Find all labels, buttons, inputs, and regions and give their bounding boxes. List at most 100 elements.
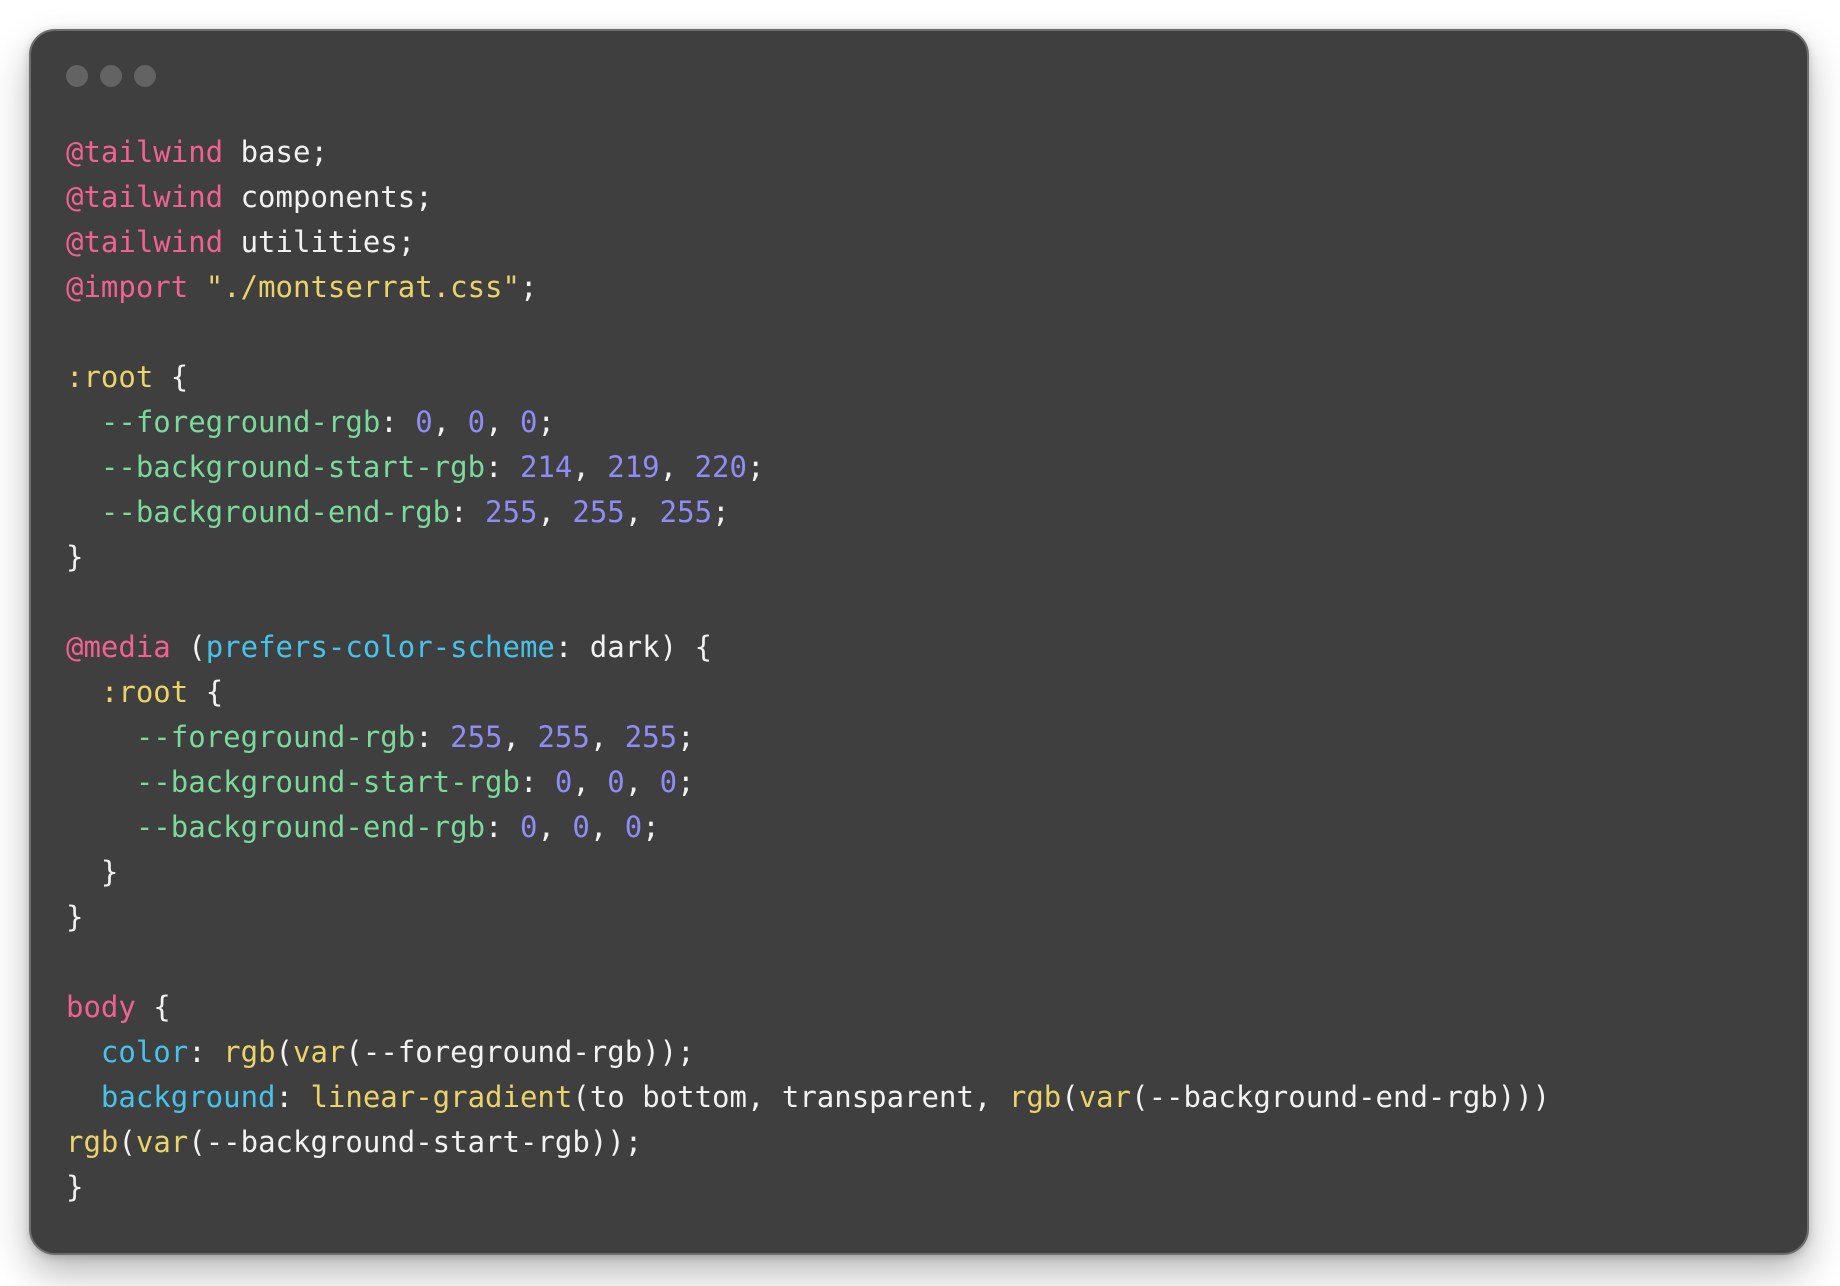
code-token: 0 <box>415 405 433 439</box>
code-token: } <box>66 900 84 934</box>
code-token: ; <box>677 765 695 799</box>
code-token: , <box>624 765 660 799</box>
code-token: : <box>380 405 416 439</box>
code-token: 0 <box>519 405 538 439</box>
code-token: } <box>66 855 119 889</box>
code-token: , <box>589 720 625 754</box>
code-token: , <box>589 810 625 844</box>
code-token: :root <box>66 360 154 394</box>
window-dot <box>66 65 88 87</box>
code-token: { <box>135 990 171 1024</box>
code-token: : <box>519 765 555 799</box>
code-token: ; <box>677 720 695 754</box>
code-token: color <box>100 1035 189 1069</box>
code-token: 255 <box>659 495 713 529</box>
code-line: --foreground-rgb: 255, 255, 255; <box>66 715 1777 760</box>
code-token: --foreground-rgb <box>135 720 416 754</box>
code-token: : <box>485 450 520 484</box>
code-line: rgb(var(--background-start-rgb)); <box>66 1120 1777 1165</box>
code-token: var <box>1078 1080 1132 1114</box>
code-token: 0 <box>572 810 590 844</box>
code-token: , <box>502 720 538 754</box>
code-token: 0 <box>624 810 643 844</box>
code-token: @tailwind <box>66 225 224 259</box>
code-line: body { <box>66 985 1777 1030</box>
code-token: , <box>659 450 695 484</box>
code-line: } <box>66 1165 1777 1210</box>
code-token: --foreground-rgb <box>100 405 381 439</box>
code-token: , <box>572 765 608 799</box>
code-token: @import <box>66 270 189 304</box>
code-token: ( <box>118 1125 136 1159</box>
code-token: body <box>66 990 136 1024</box>
code-token: linear-gradient <box>310 1080 573 1114</box>
code-token: ; <box>537 405 555 439</box>
code-token: rgb <box>66 1125 119 1159</box>
code-line: } <box>66 535 1777 580</box>
code-token: 219 <box>607 450 660 484</box>
code-token: 255 <box>537 720 590 754</box>
code-window: @tailwind base; @tailwind components; @tai… <box>29 29 1809 1255</box>
code-token: 214 <box>519 450 573 484</box>
window-dot <box>100 65 122 87</box>
code-token: , <box>432 405 468 439</box>
code-line: color: rgb(var(--foreground-rgb)); <box>66 1030 1777 1075</box>
code-token: "./montserrat.css" <box>205 270 520 304</box>
window-controls <box>66 65 156 87</box>
code-token: utilities; <box>223 225 416 259</box>
code-token: base; <box>223 135 328 169</box>
code-token: 0 <box>467 405 486 439</box>
code-token: ; <box>712 495 730 529</box>
code-token: } <box>66 1170 84 1204</box>
code-line: @import "./montserrat.css"; <box>66 265 1777 310</box>
code-line: --background-start-rgb: 0, 0, 0; <box>66 760 1777 805</box>
code-token: 0 <box>554 765 573 799</box>
code-block: @tailwind base; @tailwind components; @tai… <box>66 130 1777 1210</box>
code-line: --background-end-rgb: 0, 0, 0; <box>66 805 1777 850</box>
code-token: : <box>275 1080 311 1114</box>
code-token: rgb <box>223 1035 276 1069</box>
code-line: --foreground-rgb: 0, 0, 0; <box>66 400 1777 445</box>
code-token: 255 <box>572 495 625 529</box>
code-token: 255 <box>450 720 503 754</box>
code-token: --background-end-rgb <box>135 810 486 844</box>
code-token: var <box>135 1125 189 1159</box>
code-token: @tailwind <box>66 180 224 214</box>
code-token: 0 <box>519 810 538 844</box>
code-token: , <box>537 495 573 529</box>
code-token: : <box>188 1035 224 1069</box>
code-token: 255 <box>624 720 678 754</box>
code-token: (to bottom, transparent, <box>572 1080 1009 1114</box>
code-token: --background-end-rgb <box>100 495 451 529</box>
code-token: 0 <box>659 765 678 799</box>
code-token: @media <box>66 630 171 664</box>
code-token: (--foreground-rgb)); <box>345 1035 695 1069</box>
code-line: --background-end-rgb: 255, 255, 255; <box>66 490 1777 535</box>
code-token: 0 <box>607 765 625 799</box>
code-token: , <box>537 810 573 844</box>
code-line: @media (prefers-color-scheme: dark) { <box>66 625 1777 670</box>
code-token: { <box>153 360 189 394</box>
code-line: @tailwind components; <box>66 175 1777 220</box>
code-token: ( <box>1061 1080 1079 1114</box>
code-token: ; <box>642 810 660 844</box>
code-line: } <box>66 850 1777 895</box>
code-line: --background-start-rgb: 214, 219, 220; <box>66 445 1777 490</box>
code-token: , <box>624 495 660 529</box>
code-token: (--background-end-rgb))) <box>1131 1080 1551 1114</box>
code-token: : <box>485 810 520 844</box>
code-token: : dark) { <box>554 630 713 664</box>
code-token: components; <box>223 180 433 214</box>
window-dot <box>134 65 156 87</box>
